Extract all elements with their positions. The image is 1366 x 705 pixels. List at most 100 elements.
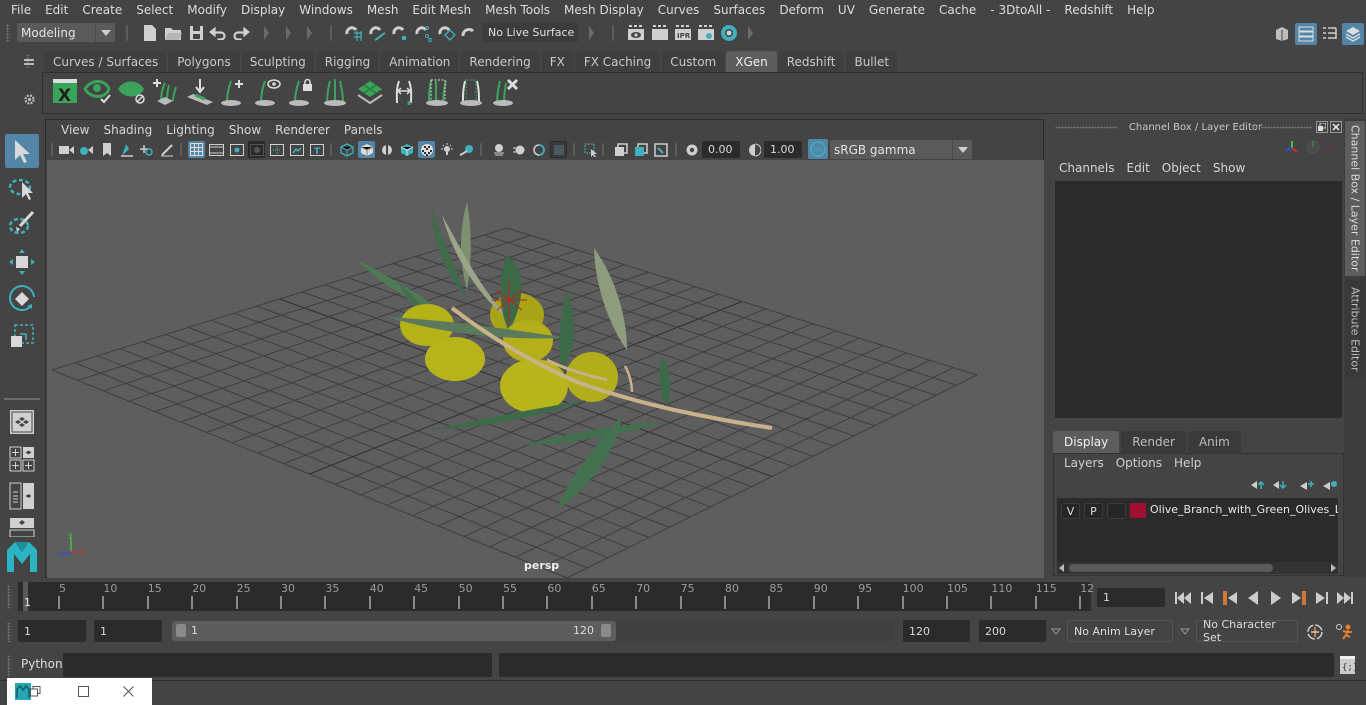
time-slider[interactable]: 1 5 10 15 20 25 30 35 40 45 50 55 60 65 70 75 80 85 90 95 1… xyxy=(18,582,1094,611)
shelf-tab-rendering[interactable]: Rendering xyxy=(460,51,541,72)
render-current-icon[interactable] xyxy=(650,23,670,43)
shelf-settings-gear-icon[interactable] xyxy=(21,91,37,107)
safe-title-icon[interactable]: T xyxy=(308,141,325,158)
xray-joints-icon[interactable] xyxy=(632,141,649,158)
isolate-select-icon[interactable] xyxy=(582,141,599,158)
character-set-selector[interactable]: No Character Set xyxy=(1196,618,1298,644)
gate-mask-icon[interactable] xyxy=(248,141,265,158)
wireframe-on-shaded-icon[interactable] xyxy=(398,141,415,158)
image-plane-icon[interactable] xyxy=(118,141,135,158)
viewport-menu-shading[interactable]: Shading xyxy=(96,123,159,137)
menu-windows[interactable]: Windows xyxy=(292,3,360,17)
xray-icon[interactable] xyxy=(612,141,629,158)
four-pane-layout-icon[interactable] xyxy=(5,444,39,474)
xgen-add-guide-icon[interactable] xyxy=(219,77,251,109)
collapse-arrow-icon[interactable] xyxy=(264,26,269,40)
playback-start-field[interactable]: 1 xyxy=(94,620,162,642)
menu-uv[interactable]: UV xyxy=(831,3,862,17)
maya-logo-icon[interactable] xyxy=(5,540,39,574)
panel-handle[interactable] xyxy=(1252,126,1312,129)
layer-menu-options[interactable]: Options xyxy=(1110,456,1168,470)
viewport-menu-lighting[interactable]: Lighting xyxy=(159,123,222,137)
channel-box-menu-show[interactable]: Show xyxy=(1207,161,1251,175)
save-scene-icon[interactable] xyxy=(187,23,205,43)
close-window-icon[interactable] xyxy=(122,685,134,697)
current-frame-field[interactable]: 1 xyxy=(1097,588,1165,607)
shelf-tab-redshift[interactable]: Redshift xyxy=(777,51,846,72)
status-line-handle[interactable] xyxy=(6,24,10,42)
anim-layer-dropdown-icon[interactable] xyxy=(1050,626,1062,636)
auto-keyframe-toggle-icon[interactable] xyxy=(1305,622,1325,642)
grid-toggle-icon[interactable] xyxy=(188,141,205,158)
paint-select-tool-icon[interactable] xyxy=(5,206,39,240)
single-pane-layout-icon[interactable] xyxy=(5,405,39,439)
safe-action-icon[interactable] xyxy=(288,141,305,158)
textured-icon[interactable] xyxy=(418,141,435,158)
xgen-flip-guides-icon[interactable] xyxy=(389,77,421,109)
2d-pan-zoom-icon[interactable] xyxy=(138,141,155,158)
menu-modify[interactable]: Modify xyxy=(180,3,234,17)
menu-edit-mesh[interactable]: Edit Mesh xyxy=(405,3,478,17)
snap-surface-icon[interactable] xyxy=(435,23,457,43)
redo-icon[interactable] xyxy=(231,23,251,43)
menu-mesh-display[interactable]: Mesh Display xyxy=(557,3,651,17)
collapse-arrow-icon[interactable] xyxy=(307,26,312,40)
channel-box-toggle-icon[interactable] xyxy=(1342,23,1364,45)
xgen-select-guides-icon[interactable] xyxy=(423,77,455,109)
menu-edit[interactable]: Edit xyxy=(38,3,75,17)
menu-curves[interactable]: Curves xyxy=(651,3,707,17)
menu-generate[interactable]: Generate xyxy=(862,3,932,17)
collapse-arrow-icon[interactable] xyxy=(748,26,753,40)
shelf-tab-bullet[interactable]: Bullet xyxy=(845,51,900,72)
viewport-menu-renderer[interactable]: Renderer xyxy=(268,123,337,137)
wireframe-icon[interactable] xyxy=(338,141,355,158)
bookmark-icon[interactable] xyxy=(98,141,115,158)
step-back-frame-icon[interactable] xyxy=(1198,589,1216,607)
default-material-icon[interactable] xyxy=(378,141,395,158)
collapse-arrow-icon[interactable] xyxy=(286,26,291,40)
play-backwards-icon[interactable] xyxy=(1244,589,1262,607)
layer-playback-toggle[interactable]: P xyxy=(1084,503,1103,519)
rotate-tool-icon[interactable] xyxy=(5,282,39,316)
new-layer-icon[interactable] xyxy=(1299,478,1315,492)
menu-file[interactable]: File xyxy=(4,3,38,17)
step-forward-key-icon[interactable] xyxy=(1290,589,1308,607)
channel-box-area[interactable] xyxy=(1055,181,1342,418)
play-forwards-icon[interactable] xyxy=(1267,589,1285,607)
layer-color-swatch[interactable] xyxy=(1130,503,1146,518)
snap-curve-icon[interactable] xyxy=(366,23,388,43)
xgen-add-guides-icon[interactable] xyxy=(151,77,183,109)
select-camera-icon[interactable] xyxy=(58,141,75,158)
step-back-key-icon[interactable] xyxy=(1221,589,1239,607)
layer-row[interactable]: V P Olive_Branch_with_Green_Olives_Lyin xyxy=(1057,498,1338,524)
shelf-tab-fx-caching[interactable]: FX Caching xyxy=(574,51,662,72)
layer-menu-layers[interactable]: Layers xyxy=(1058,456,1110,470)
range-slider[interactable]: 1 120 xyxy=(172,621,616,641)
field-chart-icon[interactable] xyxy=(268,141,285,158)
anim-layer-selector[interactable]: No Anim Layer xyxy=(1067,620,1173,642)
stacked-layout-icon[interactable] xyxy=(5,516,39,538)
go-to-end-icon[interactable] xyxy=(1336,589,1354,607)
shelf-menu-icon[interactable] xyxy=(22,56,36,68)
float-panel-icon[interactable] xyxy=(1316,121,1328,133)
camera-attributes-icon[interactable] xyxy=(78,141,95,158)
undo-icon[interactable] xyxy=(208,23,228,43)
xgen-guide-visibility-icon[interactable] xyxy=(253,77,285,109)
xgen-split-guides-icon[interactable] xyxy=(321,77,353,109)
scrollbar-thumb[interactable] xyxy=(1069,564,1273,572)
menu-deform[interactable]: Deform xyxy=(772,3,831,17)
menu-surfaces[interactable]: Surfaces xyxy=(706,3,772,17)
live-surface-field[interactable]: No Live Surface xyxy=(482,23,578,42)
collapse-arrow-icon[interactable] xyxy=(589,26,594,40)
move-layer-down-icon[interactable] xyxy=(1272,478,1288,492)
scene-end-field[interactable]: 200 xyxy=(979,620,1046,642)
color-management-toggle-icon[interactable]: ON xyxy=(808,139,828,159)
layer-tab-anim[interactable]: Anim xyxy=(1187,431,1241,453)
new-layer-from-selection-icon[interactable] xyxy=(1322,478,1338,492)
xgen-bound-guides-icon[interactable] xyxy=(457,77,489,109)
select-tool-icon[interactable] xyxy=(5,134,39,168)
scale-tool-icon[interactable] xyxy=(5,319,39,353)
move-layer-up-icon[interactable] xyxy=(1250,478,1266,492)
menu-create[interactable]: Create xyxy=(75,3,129,17)
film-gate-icon[interactable] xyxy=(208,141,225,158)
